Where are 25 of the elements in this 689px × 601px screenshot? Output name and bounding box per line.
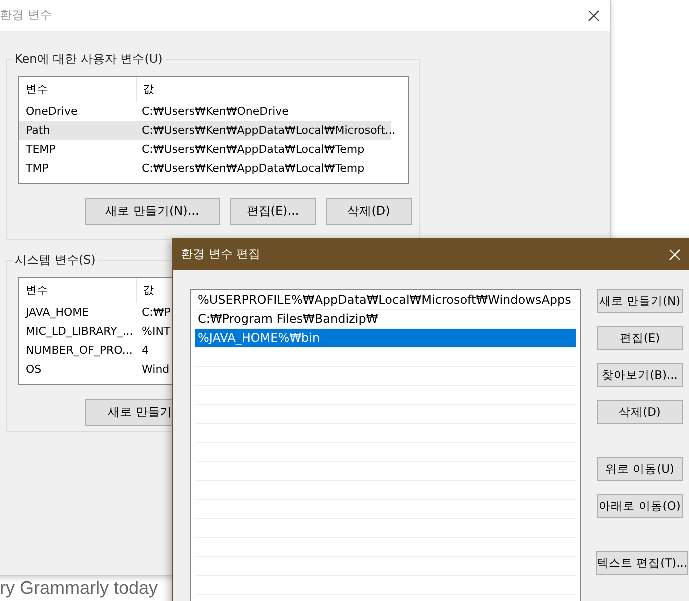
page-text: ry Grammarly today: [0, 578, 158, 599]
dialog-button[interactable]: 편집(E)...: [230, 198, 316, 225]
dialog-button[interactable]: 아래로 이동(O): [597, 494, 683, 518]
dialog-button[interactable]: 새로 만들기(N): [597, 289, 683, 313]
window-title: 환경 변수: [0, 7, 52, 24]
dialog-button[interactable]: 편집(E): [597, 326, 683, 350]
variable-row[interactable]: OneDrive C:₩Users₩Ken₩OneDrive: [19, 102, 408, 121]
dialog-title: 환경 변수 편집: [181, 246, 261, 263]
close-icon[interactable]: [588, 10, 600, 22]
variable-row[interactable]: TEMP C:₩Users₩Ken₩AppData₩Local₩Temp: [19, 140, 408, 159]
column-header[interactable]: 값: [137, 77, 154, 102]
group-label: 시스템 변수(S): [13, 252, 98, 269]
dialog-button[interactable]: 삭제(D): [326, 198, 412, 225]
path-entry[interactable]: %JAVA_HOME%₩bin: [195, 329, 576, 348]
dialog-button[interactable]: 새로 만들기(N)...: [85, 198, 220, 225]
column-header[interactable]: 값: [137, 278, 154, 303]
path-entry[interactable]: %USERPROFILE%₩AppData₩Local₩Microsoft₩WindowsApps: [195, 291, 576, 310]
column-header[interactable]: 변수: [19, 77, 137, 102]
dialog-button[interactable]: 위로 이동(U): [597, 457, 683, 481]
dialog-button[interactable]: 텍스트 편집(T)...: [596, 551, 688, 575]
dialog-button[interactable]: 찾아보기(B)...: [597, 363, 683, 387]
column-header[interactable]: 변수: [19, 278, 137, 303]
group-label: Ken에 대한 사용자 변수(U): [13, 51, 165, 68]
dialog-button[interactable]: 삭제(D): [597, 400, 683, 424]
variable-row[interactable]: TMP C:₩Users₩Ken₩AppData₩Local₩Temp: [19, 159, 408, 178]
